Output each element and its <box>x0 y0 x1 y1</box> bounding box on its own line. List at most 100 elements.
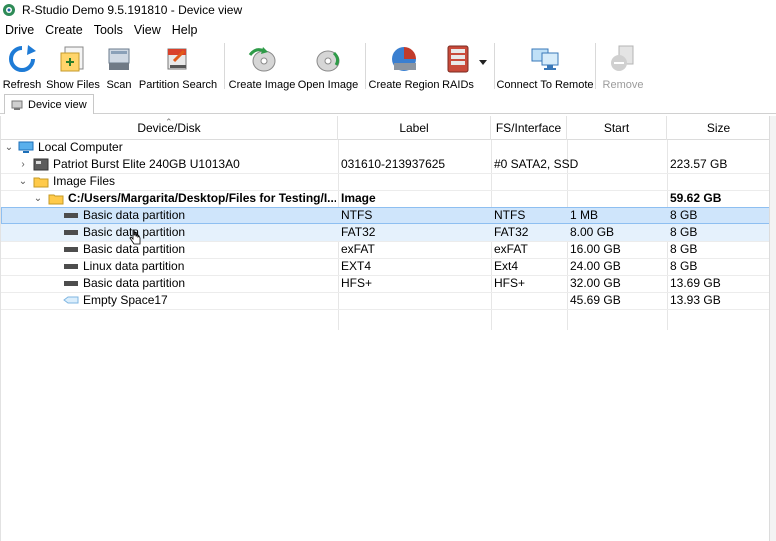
collapse-chevron-icon[interactable]: ⌄ <box>4 139 14 156</box>
table-row-image-file[interactable]: ⌄ C:/Users/Margarita/Desktop/Files for T… <box>1 190 776 207</box>
folder-icon <box>33 177 49 188</box>
tab-label: Device view <box>28 98 87 111</box>
chevron-down-icon <box>479 60 487 65</box>
table-row-image-files[interactable]: ⌄ Image Files <box>1 173 776 190</box>
show-files-icon <box>60 46 84 72</box>
device-start: 1 MB <box>570 208 599 222</box>
toolbar-separator <box>224 43 225 89</box>
device-start: 24.00 GB <box>570 259 621 273</box>
refresh-icon <box>9 45 36 72</box>
vertical-scrollbar[interactable] <box>769 116 776 541</box>
row-divider <box>1 241 771 242</box>
device-fs: HFS+ <box>494 276 526 290</box>
connect-to-remote-label: Connect To Remote <box>496 79 594 91</box>
disk-drive-icon <box>33 158 49 171</box>
device-name: Linux data partition <box>83 259 185 273</box>
folder-icon <box>48 194 64 205</box>
device-fs: #0 SATA2, SSD <box>494 157 579 171</box>
table-row-local-computer[interactable]: ⌄ Local Computer <box>1 139 776 156</box>
column-header-label[interactable]: Label <box>338 116 491 140</box>
partition-icon <box>64 264 78 269</box>
r-studio-app-icon <box>3 4 15 16</box>
show-files-label: Show Files <box>46 79 100 91</box>
device-size: 59.62 GB <box>670 191 722 205</box>
tab-device-view[interactable]: Device view <box>4 94 94 114</box>
scan-button[interactable]: Scan <box>102 40 136 92</box>
device-name: Basic data partition <box>83 276 186 290</box>
row-divider <box>1 309 771 310</box>
scan-icon <box>108 48 130 70</box>
table-row-partition-exfat[interactable]: Basic data partition exFAT exFAT 16.00 G… <box>1 241 776 258</box>
device-label: FAT32 <box>341 225 376 239</box>
device-name: Image Files <box>53 174 116 188</box>
scan-label: Scan <box>106 79 132 91</box>
column-header-start[interactable]: Start <box>567 116 667 140</box>
menu-drive[interactable]: Drive <box>0 20 40 40</box>
toolbar-separator <box>595 43 596 89</box>
sort-caret-icon: ⌃ <box>165 117 173 127</box>
row-divider <box>1 190 771 191</box>
table-row-patriot-ssd[interactable]: › Patriot Burst Elite 240GB U1013A0 0316… <box>1 156 776 173</box>
mouse-cursor-icon <box>129 229 141 245</box>
device-size: 8 GB <box>670 259 698 273</box>
raids-dropdown[interactable] <box>478 40 490 92</box>
device-label: exFAT <box>341 242 375 256</box>
device-fs: NTFS <box>494 208 526 222</box>
create-image-button[interactable]: Create Image <box>229 40 295 92</box>
column-header-label-label: Label <box>399 121 429 135</box>
column-header-start-label: Start <box>603 121 630 135</box>
table-row-empty-space[interactable]: Empty Space17 45.69 GB 13.93 GB <box>1 292 776 309</box>
device-size: 223.57 GB <box>670 157 728 171</box>
row-divider <box>1 275 771 276</box>
refresh-button[interactable]: Refresh <box>0 40 44 92</box>
menu-create[interactable]: Create <box>40 20 89 40</box>
device-size: 13.93 GB <box>670 293 721 307</box>
create-image-label: Create Image <box>228 79 296 91</box>
open-image-button[interactable]: Open Image <box>295 40 361 92</box>
device-name: Patriot Burst Elite 240GB U1013A0 <box>53 157 240 171</box>
remove-button[interactable]: Remove <box>600 40 646 92</box>
expand-chevron-icon[interactable]: › <box>18 156 28 173</box>
table-header: ⌃ Device/Disk Label FS/Interface Start S… <box>1 116 776 140</box>
device-label: 031610-213937625 <box>341 157 446 171</box>
device-fs: Ext4 <box>494 259 519 273</box>
refresh-label: Refresh <box>2 79 42 91</box>
connect-to-remote-button[interactable]: Connect To Remote <box>496 40 594 92</box>
device-view-icon <box>11 100 23 110</box>
device-size: 13.69 GB <box>670 276 721 290</box>
partition-icon <box>64 230 78 235</box>
menu-bar: Drive Create Tools View Help <box>0 20 776 40</box>
column-header-size[interactable]: Size <box>667 116 771 140</box>
device-fs: exFAT <box>494 242 528 256</box>
device-start: 8.00 GB <box>570 225 615 239</box>
title-bar: R-Studio Demo 9.5.191810 - Device view <box>0 0 776 20</box>
column-header-size-label: Size <box>706 121 731 135</box>
menu-help[interactable]: Help <box>167 20 204 40</box>
show-files-button[interactable]: Show Files <box>44 40 102 92</box>
table-row-partition-fat32[interactable]: Basic data partition FAT32 FAT32 8.00 GB… <box>1 224 776 241</box>
create-region-button[interactable]: Create Region <box>369 40 439 92</box>
device-size: 8 GB <box>670 225 698 239</box>
toolbar: Refresh Show Files Scan Partition Search <box>0 40 776 92</box>
menu-tools[interactable]: Tools <box>89 20 129 40</box>
table-row-partition-ntfs[interactable]: Basic data partition NTFS NTFS 1 MB 8 GB <box>1 207 776 224</box>
collapse-chevron-icon[interactable]: ⌄ <box>33 190 43 207</box>
device-name: Basic data partition <box>83 208 186 222</box>
device-name: Local Computer <box>38 140 123 154</box>
table-row-partition-ext4[interactable]: Linux data partition EXT4 Ext4 24.00 GB … <box>1 258 776 275</box>
column-header-fs[interactable]: FS/Interface <box>491 116 567 140</box>
column-header-fs-label: FS/Interface <box>495 121 562 135</box>
menu-view[interactable]: View <box>129 20 167 40</box>
collapse-chevron-icon[interactable]: ⌄ <box>18 173 28 190</box>
toolbar-separator <box>494 43 495 89</box>
device-label: EXT4 <box>341 259 372 273</box>
table-row-partition-hfs[interactable]: Basic data partition HFS+ HFS+ 32.00 GB … <box>1 275 776 292</box>
device-start: 45.69 GB <box>570 293 621 307</box>
create-region-icon <box>392 47 416 71</box>
raids-button[interactable]: RAIDs <box>438 40 478 92</box>
tab-strip: Device view <box>0 93 776 114</box>
partition-search-button[interactable]: Partition Search <box>136 40 220 92</box>
computer-icon <box>18 141 34 153</box>
column-header-device[interactable]: ⌃ Device/Disk <box>1 116 338 140</box>
open-image-label: Open Image <box>297 79 359 91</box>
